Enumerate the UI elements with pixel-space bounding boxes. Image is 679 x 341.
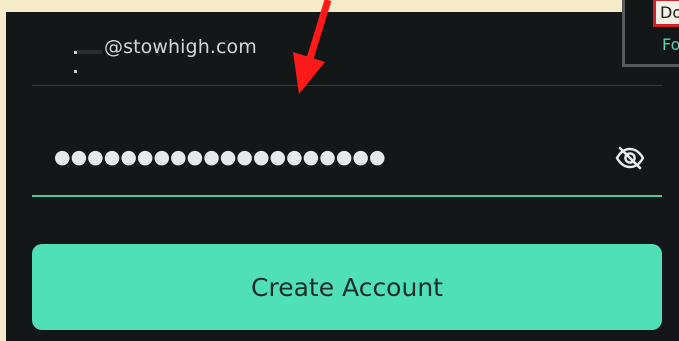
red-arrow-annotation bbox=[293, 0, 332, 94]
email-field[interactable]: @stowhigh.com bbox=[32, 34, 662, 73]
password-value: ●●●●●●●●●●●●●●●●●●●● bbox=[54, 146, 386, 168]
popup-item-link[interactable]: Fo bbox=[662, 35, 679, 54]
eye-slash-icon[interactable] bbox=[615, 146, 645, 170]
create-account-button[interactable]: Create Account bbox=[32, 244, 662, 330]
password-field[interactable]: ●●●●●●●●●●●●●●●●●●●● bbox=[32, 130, 662, 188]
password-underline bbox=[32, 195, 662, 197]
dropdown-popup: Do Fo bbox=[622, 0, 679, 67]
popup-item-highlighted[interactable]: Do bbox=[653, 0, 679, 27]
email-redacted-prefix bbox=[74, 50, 102, 73]
email-divider bbox=[32, 85, 662, 86]
email-value: @stowhigh.com bbox=[104, 36, 257, 58]
